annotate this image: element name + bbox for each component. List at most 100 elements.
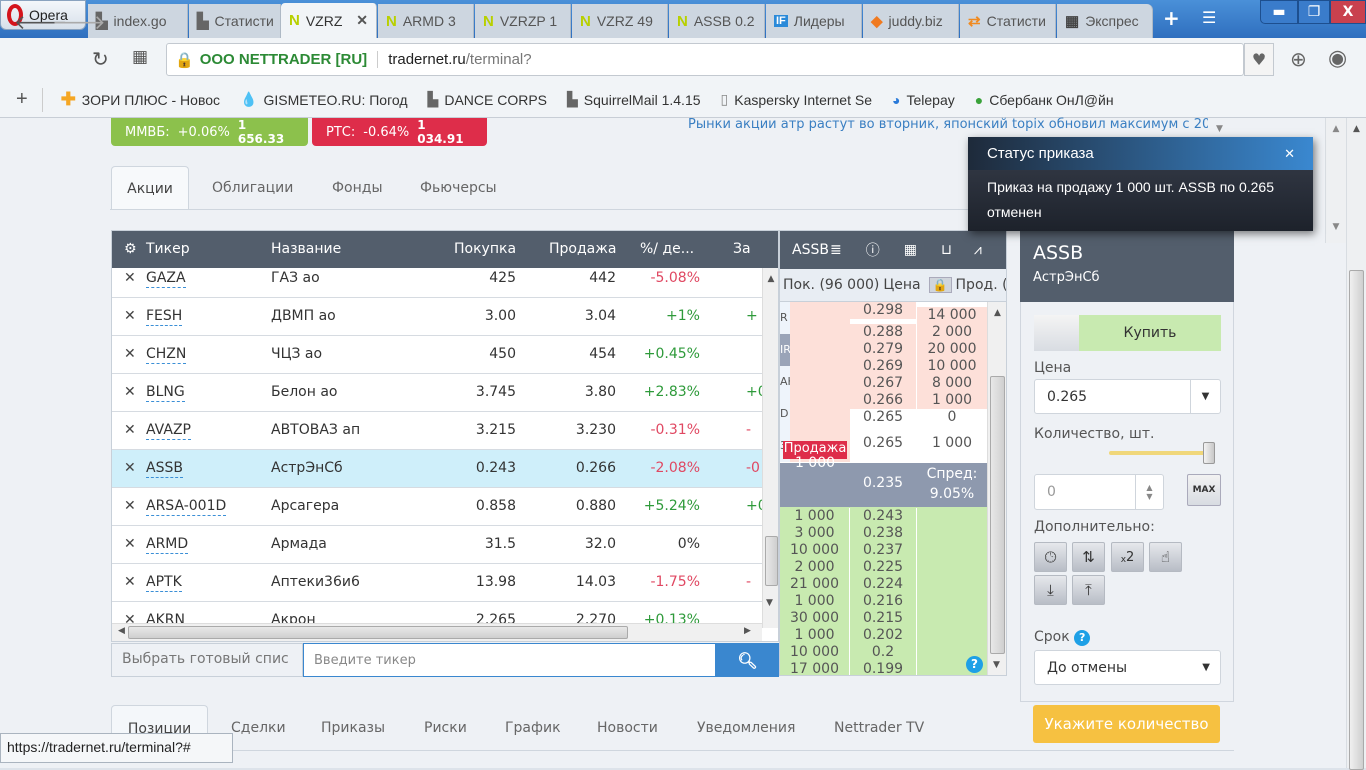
scroll-up-icon[interactable]: ▲ [763,274,778,284]
scrollbar-thumb[interactable] [765,536,778,586]
speed-dial-icon[interactable]: ▦ [132,47,148,67]
remove-row-icon[interactable]: ✕ [124,308,136,324]
bid-row[interactable]: 10 000 0.2 [780,644,987,661]
browser-tab[interactable]: N ARMD 3 [378,4,474,38]
quantity-input[interactable]: 0 ▲ ▼ [1034,474,1164,510]
table-vertical-scrollbar[interactable]: ▲ ▼ [762,268,778,628]
table-row[interactable]: ✕ ARMD Армада 31.5 32.0 0% [112,526,762,564]
certificate-label[interactable]: ООО NETTRADER [RU] [200,51,379,68]
bid-price[interactable]: 3.745 [476,384,516,400]
browser-tab[interactable]: IF Лидеры [766,4,862,38]
submit-order-button[interactable]: Укажите количество [1033,705,1220,743]
depth-icon[interactable]: ⊔ [941,242,952,258]
bookmark-item[interactable]: ▯ Kaspersky Internet Se [721,91,872,108]
table-horizontal-scrollbar[interactable]: ◀ ▶ [112,623,762,641]
browser-tab[interactable]: N VZRZP 1 [475,4,571,38]
clock-icon[interactable]: 🕒︎ [1034,542,1067,572]
table-row[interactable]: ✕ FESH ДВМП ао 3.00 3.04 +1% + [112,298,762,336]
ask-price[interactable]: 32.0 [585,536,616,552]
table-row[interactable]: ✕ GAZA ГАЗ ао 425 442 -5.08% [112,260,762,298]
bid-price[interactable]: 3.00 [485,308,516,324]
info-icon[interactable]: ⓘ [866,240,880,260]
remove-row-icon[interactable]: ✕ [124,574,136,590]
ask-row[interactable]: 0.267 8 000 [780,375,987,392]
column-ticker[interactable]: Тикер [146,241,190,257]
bid-price[interactable]: 425 [489,270,516,286]
remove-row-icon[interactable]: ✕ [124,498,136,514]
ready-list-select[interactable]: Выбрать готовый спис [111,643,303,677]
ask-price[interactable]: 0.880 [576,498,616,514]
bid-row[interactable]: 10 000 0.237 [780,542,987,559]
bookmark-item[interactable]: ● Сбербанк ОнЛ@йн [975,92,1114,108]
column-extra[interactable]: За [733,241,751,257]
bid-row[interactable]: 1 000 0.243 [780,508,987,525]
column-change[interactable]: %/ де... [640,241,694,257]
ask-row[interactable]: 0.298 14 000 [780,302,987,324]
ask-price[interactable]: 0.266 [576,460,616,476]
table-row[interactable]: ✕ BLNG Белон ао 3.745 3.80 +2.83% +0 [112,374,767,412]
news-scrollbar[interactable]: ▲ ▼ [1325,118,1346,243]
remove-row-icon[interactable]: ✕ [124,422,136,438]
tab-risks[interactable]: Риски [408,705,483,751]
ticker-link[interactable]: GAZA [146,270,186,288]
reload-icon[interactable]: ↻ [92,47,109,71]
scrollbar-thumb[interactable] [990,376,1005,654]
scroll-right-icon[interactable]: ▶ [744,626,751,636]
browser-tab[interactable]: ▦ Экспрес [1057,4,1153,38]
bid-row[interactable]: 1 000 0.202 [780,627,987,644]
search-button[interactable]: 🔍︎ [716,643,779,677]
tab-news[interactable]: Новости [581,705,674,751]
calculator-icon[interactable]: ▦ [904,242,917,258]
quantity-slider[interactable] [1109,451,1209,455]
scroll-down-icon[interactable]: ▼ [993,660,1000,670]
news-dropdown-icon[interactable]: ▼ [1216,124,1223,134]
bid-row[interactable]: 17 000 0.199 [780,661,987,675]
ticker-link[interactable]: ARSA-001D [146,498,227,516]
scroll-up-icon[interactable]: ▲ [988,308,1006,318]
ticker-link[interactable]: AVAZP [146,422,191,440]
help-icon[interactable]: ? [1074,630,1091,646]
browser-tab[interactable]: ▙ Статисти [189,4,281,38]
bookmark-item[interactable]: ▙ DANCE CORPS [428,91,547,108]
term-select[interactable]: До отмены ▼ [1034,650,1221,685]
bookmark-item[interactable]: ✚ ЗОРИ ПЛЮС - Новос [61,89,220,110]
ticker-link[interactable]: BLNG [146,384,185,402]
side-toggle[interactable]: Купить [1034,315,1221,351]
order-book-scrollbar[interactable]: ▲ ▼ [987,302,1006,675]
ask-row[interactable]: 0.269 10 000 [780,358,987,375]
ask-price[interactable]: 3.230 [576,422,616,438]
price-input[interactable]: 0.265 ▼ [1034,379,1221,414]
help-icon[interactable]: ? [966,656,983,673]
download-icon[interactable]: ⊕ [1290,47,1307,71]
bid-price[interactable]: 31.5 [485,536,516,552]
scrollbar-thumb[interactable] [1349,270,1364,770]
bookmark-item[interactable]: ▙ SquirrelMail 1.4.15 [567,91,701,108]
maximize-button[interactable]: ❐ [1298,0,1330,24]
remove-row-icon[interactable]: ✕ [124,346,136,362]
ask-row[interactable]: 0.279 20 000 [780,341,987,358]
index-chip-rts[interactable]: РТС: -0.64% 1 034.91 [312,118,487,146]
tab-menu-icon[interactable]: ☰ [1202,8,1216,27]
new-tab-icon[interactable]: + [1163,6,1180,30]
ticker-link[interactable]: CHZN [146,346,187,364]
address-bar[interactable]: 🔒 ООО NETTRADER [RU] tradernet.ru/termin… [166,43,1244,76]
table-row[interactable]: ✕ ASSB АстрЭнСб 0.243 0.266 -2.08% -0 [112,450,762,488]
bid-row[interactable]: 3 000 0.238 [780,525,987,542]
account-icon[interactable]: ◉ [1328,46,1347,71]
settings-gear-icon[interactable]: ⚙ [124,241,137,257]
tab-stocks[interactable]: Акции [111,166,189,210]
ticker-link[interactable]: FESH [146,308,183,326]
bid-row[interactable]: 30 000 0.215 [780,610,987,627]
page-scrollbar[interactable]: ▲ [1346,118,1366,770]
ask-price[interactable]: 3.04 [585,308,616,324]
price-dropdown-icon[interactable]: ▼ [1190,380,1220,413]
remove-row-icon[interactable]: ✕ [124,460,136,476]
bookmark-item[interactable]: ◕ Telepay [892,92,955,108]
double-position-icon[interactable]: x2 [1111,542,1144,572]
bid-row[interactable]: 1 000 0.216 [780,593,987,610]
scroll-up-icon[interactable]: ▲ [1347,124,1366,134]
add-bookmark-icon[interactable]: + [16,88,28,111]
chart-icon[interactable]: ⩘ [974,242,982,258]
ticker-link[interactable]: ASSB [146,460,183,478]
bookmark-heart-icon[interactable]: ♥ [1244,43,1274,76]
